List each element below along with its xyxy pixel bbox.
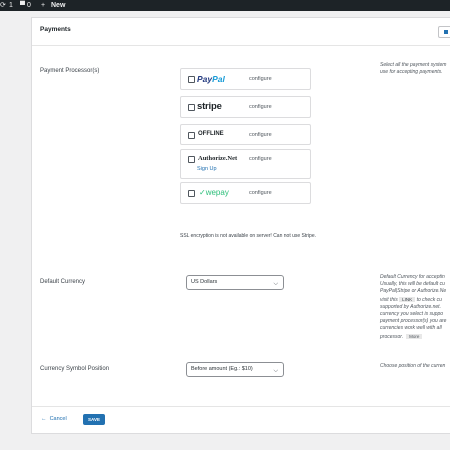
- arrow-left-icon: ←: [41, 416, 47, 422]
- currency-help-line: Usually, this will be default cu: [380, 281, 445, 288]
- currency-help-link[interactable]: LINK: [399, 296, 416, 302]
- more-button[interactable]: More: [406, 333, 423, 339]
- currency-help-line: currency you select is suppo: [380, 311, 444, 318]
- stripe-configure-link[interactable]: configure: [249, 104, 272, 110]
- offline-logo: OFFLINE: [198, 131, 224, 137]
- footer-divider: [32, 406, 450, 407]
- processor-offline[interactable]: OFFLINE configure: [180, 124, 311, 145]
- chevron-down-icon: ⌵: [273, 368, 278, 374]
- paypal-logo-text: Pay: [197, 74, 213, 84]
- symbol-position-help: Choose position of the curren: [380, 363, 446, 369]
- wepay-logo-text: wepay: [205, 188, 229, 197]
- currency-symbol-position-select[interactable]: Before amount (Eg.: $10) ⌵: [186, 362, 284, 377]
- offline-configure-link[interactable]: configure: [249, 132, 272, 138]
- cancel-label: Cancel: [49, 416, 67, 422]
- currency-help-line: PayPal|Stripe or Authorize.Ne: [380, 288, 447, 295]
- authorize-net-signup-link[interactable]: Sign Up: [197, 166, 217, 172]
- plus-icon[interactable]: +: [41, 0, 45, 11]
- comments-icon[interactable]: ▀: [20, 0, 25, 11]
- processors-help: Select all the payment system use for ac…: [380, 62, 446, 76]
- cancel-button[interactable]: ← Cancel: [41, 416, 67, 422]
- square-icon: [444, 30, 448, 34]
- currency-help-line: visit this LINK to check cu: [380, 296, 446, 304]
- currency-help-line: payment processor(s) you are: [380, 318, 447, 325]
- wepay-configure-link[interactable]: configure: [249, 190, 272, 196]
- chevron-down-icon: ⌵: [273, 281, 278, 287]
- currency-help-text: processor.: [380, 333, 404, 340]
- processor-wepay[interactable]: ✓wepay configure: [180, 182, 311, 204]
- header-action-button[interactable]: [438, 26, 450, 38]
- processor-paypal[interactable]: PayPal configure: [180, 68, 311, 90]
- authorize-net-configure-link[interactable]: configure: [249, 156, 272, 162]
- wepay-logo: ✓wepay: [199, 188, 229, 197]
- save-button[interactable]: SAVE: [83, 414, 105, 425]
- currency-symbol-position-value: Before amount (Eg.: $10): [191, 366, 253, 372]
- wepay-checkbox[interactable]: [188, 190, 195, 197]
- processors-help-line: use for accepting payments.: [380, 69, 443, 76]
- ssl-notice: SSL encryption is not available on serve…: [180, 233, 317, 239]
- currency-help-line: currencies work well with all: [380, 325, 442, 332]
- processors-help-line: Select all the payment system: [380, 62, 447, 68]
- authorize-net-logo: Authorize.Net: [198, 155, 238, 162]
- currency-help-text: to check cu: [416, 296, 442, 303]
- card-title: Payments: [40, 26, 71, 33]
- admin-bar: ⟳ 1 ▀ 0 + New: [0, 0, 450, 11]
- header-divider: [32, 45, 450, 46]
- default-currency-value: US Dollars: [191, 279, 218, 285]
- paypal-configure-link[interactable]: configure: [249, 76, 272, 82]
- currency-help-text: visit this: [380, 296, 398, 303]
- stripe-checkbox[interactable]: [188, 104, 195, 111]
- comments-count[interactable]: 0: [27, 0, 31, 11]
- currency-help-line: processor. More: [380, 333, 446, 341]
- paypal-logo-text: Pal: [212, 74, 225, 84]
- currency-symbol-position-label: Currency Symbol Position: [40, 366, 110, 372]
- authorize-net-checkbox[interactable]: [188, 156, 195, 163]
- processor-stripe[interactable]: stripe configure: [180, 96, 311, 118]
- payment-processors-label: Payment Processor(s): [40, 68, 100, 74]
- updates-count[interactable]: 1: [9, 0, 13, 11]
- offline-checkbox[interactable]: [188, 132, 195, 139]
- new-link[interactable]: New: [51, 0, 65, 11]
- stripe-logo: stripe: [197, 101, 222, 112]
- default-currency-label: Default Currency: [40, 279, 86, 285]
- processor-authorize-net[interactable]: Authorize.Net Sign Up configure: [180, 149, 311, 179]
- payments-card: Payments Payment Processor(s) Select all…: [31, 17, 450, 434]
- wepay-check-icon: ✓: [199, 188, 206, 197]
- paypal-checkbox[interactable]: [188, 76, 195, 83]
- currency-help-line: Default Currency for acceptin: [380, 274, 445, 280]
- paypal-logo: PayPal: [197, 74, 225, 84]
- updates-icon[interactable]: ⟳: [0, 0, 6, 11]
- currency-help: Default Currency for acceptin Usually, t…: [380, 274, 446, 341]
- currency-help-line: supported by Authorize.net.: [380, 303, 441, 310]
- default-currency-select[interactable]: US Dollars ⌵: [186, 275, 284, 290]
